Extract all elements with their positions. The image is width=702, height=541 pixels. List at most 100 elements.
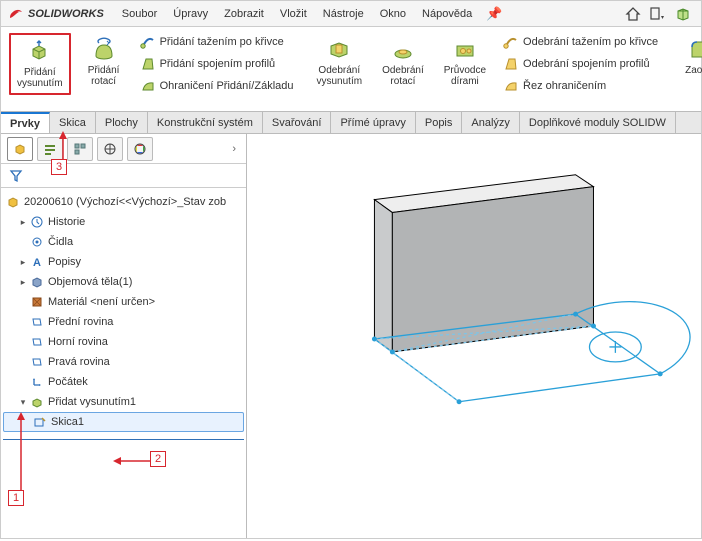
extrude-feature-icon xyxy=(29,394,45,410)
lofted-boss-button[interactable]: Přidání spojením profilů xyxy=(137,55,297,73)
menu-upravy[interactable]: Úpravy xyxy=(165,5,216,23)
swept-cut-button[interactable]: Odebrání tažením po křivce xyxy=(500,33,661,51)
tree-feature-extrude1[interactable]: ▾ Přidat vysunutím1 xyxy=(3,392,244,412)
tab-plochy[interactable]: Plochy xyxy=(96,112,148,133)
home-icon[interactable] xyxy=(621,6,645,22)
hole-wizard-icon xyxy=(452,37,478,63)
expand-icon[interactable]: ▸ xyxy=(17,217,29,228)
bodies-icon xyxy=(29,274,45,290)
tab-konstrukcni[interactable]: Konstrukční systém xyxy=(148,112,263,133)
tree-filter-row[interactable] xyxy=(1,164,246,188)
feature-manager-pane: › 20200610 (Výchozí<<Výchozí>_Stav zob ▸… xyxy=(1,134,247,538)
ribbon: Přidání vysunutím Přidání rotací Přidání… xyxy=(1,27,701,112)
annotation-3: 3 xyxy=(51,159,67,175)
tree-sensors[interactable]: Čidla xyxy=(3,232,244,252)
loft-label: Přidání spojením profilů xyxy=(160,58,276,70)
menu-okno[interactable]: Okno xyxy=(372,5,414,23)
history-icon xyxy=(29,214,45,230)
tree-annotations[interactable]: ▸ A Popisy xyxy=(3,252,244,272)
rollback-bar[interactable] xyxy=(3,435,244,440)
sketch1-label: Skica1 xyxy=(51,416,84,428)
tab-prvky[interactable]: Prvky xyxy=(1,112,50,133)
cut-revolve-icon xyxy=(390,37,416,63)
tab-skica[interactable]: Skica xyxy=(50,112,96,133)
pane-tab-toolbar: › xyxy=(1,134,246,164)
hole-wizard-button[interactable]: Průvodce dírami xyxy=(438,33,492,89)
revolved-cut-button[interactable]: Odebrání rotací xyxy=(376,33,430,89)
tree-origin[interactable]: Počátek xyxy=(3,372,244,392)
fillet-button[interactable]: Zaoblit xyxy=(675,33,702,78)
sweep-icon xyxy=(140,34,156,50)
property-manager-tab[interactable] xyxy=(37,137,63,161)
plane-icon-3 xyxy=(29,354,45,370)
origin-label: Počátek xyxy=(48,376,88,388)
cut-extrude-label: Odebrání vysunutím xyxy=(317,65,363,87)
tree-top-plane[interactable]: Horní rovina xyxy=(3,332,244,352)
extruded-cut-button[interactable]: Odebrání vysunutím xyxy=(311,33,369,89)
tree-front-plane[interactable]: Přední rovina xyxy=(3,312,244,332)
swept-boss-button[interactable]: Přidání tažením po křivce xyxy=(137,33,297,51)
pane-chevron-icon[interactable]: › xyxy=(228,143,240,155)
sketch-icon xyxy=(32,414,48,430)
tab-svarovani[interactable]: Svařování xyxy=(263,112,332,133)
front-plane-label: Přední rovina xyxy=(48,316,113,328)
menu-zobrazit[interactable]: Zobrazit xyxy=(216,5,272,23)
model-view xyxy=(247,134,701,538)
cut-sweep-icon xyxy=(503,34,519,50)
tree-root-label: 20200610 (Výchozí<<Výchozí>_Stav zob xyxy=(24,196,226,208)
fillet-icon xyxy=(687,37,702,63)
menu-vlozit[interactable]: Vložit xyxy=(272,5,315,23)
funnel-icon xyxy=(9,169,23,183)
tree-sketch1[interactable]: Skica1 xyxy=(3,412,244,432)
menu-napoveda[interactable]: Nápověda xyxy=(414,5,480,23)
menu-soubor[interactable]: Soubor xyxy=(114,5,165,23)
collapse-icon[interactable]: ▾ xyxy=(17,397,29,408)
cut-sweep-label: Odebrání tažením po křivce xyxy=(523,36,658,48)
cube-icon[interactable] xyxy=(671,6,695,22)
boundary-boss-button[interactable]: Ohraničení Přidání/Základu xyxy=(137,77,297,95)
boundary-cut-button[interactable]: Řez ohraničením xyxy=(500,77,661,95)
cut-boundary-icon xyxy=(503,78,519,94)
configuration-manager-tab[interactable] xyxy=(67,137,93,161)
tab-analyzy[interactable]: Analýzy xyxy=(462,112,520,133)
tree-root[interactable]: 20200610 (Výchozí<<Výchozí>_Stav zob xyxy=(3,192,244,212)
loft-icon xyxy=(140,56,156,72)
config-icon xyxy=(73,142,87,156)
menu-nastroje[interactable]: Nástroje xyxy=(315,5,372,23)
doc-dropdown-icon[interactable] xyxy=(645,6,671,22)
extrude-label: Přidání vysunutím xyxy=(17,67,63,89)
fillet-label: Zaoblit xyxy=(685,65,702,76)
feature-tree-icon xyxy=(13,142,27,156)
feature-tree: 20200610 (Výchozí<<Výchozí>_Stav zob ▸ H… xyxy=(1,188,246,538)
material-icon xyxy=(29,294,45,310)
boundary-label: Ohraničení Přidání/Základu xyxy=(160,80,294,92)
tab-popis[interactable]: Popis xyxy=(416,112,463,133)
right-plane-label: Pravá rovina xyxy=(48,356,110,368)
svg-text:A: A xyxy=(33,257,41,269)
bodies-label: Objemová těla(1) xyxy=(48,276,132,288)
revolve-icon xyxy=(91,37,117,63)
extrude-icon xyxy=(27,39,53,65)
tree-material[interactable]: Materiál <není určen> xyxy=(3,292,244,312)
sensors-label: Čidla xyxy=(48,236,73,248)
expand-icon-3[interactable]: ▸ xyxy=(17,277,29,288)
feature-manager-tab[interactable] xyxy=(7,137,33,161)
graphics-viewport[interactable] xyxy=(247,134,701,538)
sensors-icon xyxy=(29,234,45,250)
pin-icon[interactable]: 📌 xyxy=(480,6,508,22)
display-manager-tab[interactable] xyxy=(127,137,153,161)
property-icon xyxy=(43,142,57,156)
tree-right-plane[interactable]: Pravá rovina xyxy=(3,352,244,372)
revolved-boss-button[interactable]: Přidání rotací xyxy=(79,33,129,89)
plane-icon xyxy=(29,314,45,330)
dimxpert-tab[interactable] xyxy=(97,137,123,161)
tree-bodies[interactable]: ▸ Objemová těla(1) xyxy=(3,272,244,292)
sweep-label: Přidání tažením po křivce xyxy=(160,36,284,48)
extruded-boss-button[interactable]: Přidání vysunutím xyxy=(9,33,71,95)
tab-prime-upravy[interactable]: Přímé úpravy xyxy=(331,112,415,133)
tree-history[interactable]: ▸ Historie xyxy=(3,212,244,232)
lofted-cut-button[interactable]: Odebrání spojením profilů xyxy=(500,55,661,73)
solidworks-logo-icon xyxy=(7,5,25,23)
tab-addins[interactable]: Doplňkové moduly SOLIDW xyxy=(520,112,676,133)
expand-icon-2[interactable]: ▸ xyxy=(17,257,29,268)
